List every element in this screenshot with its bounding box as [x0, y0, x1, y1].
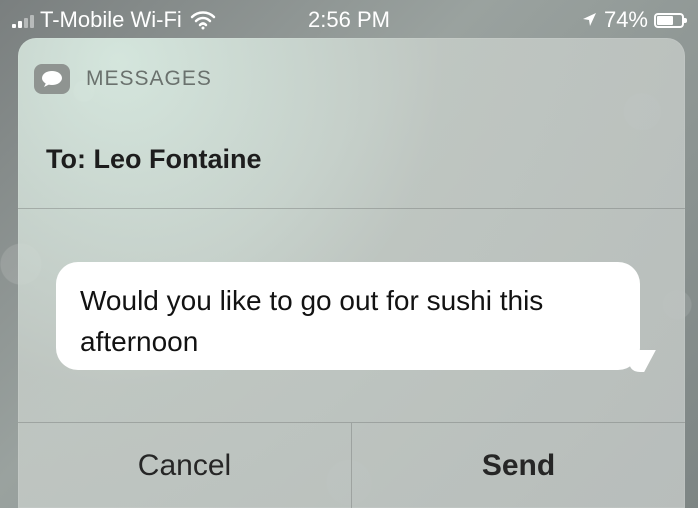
message-text: Would you like to go out for sushi this … — [80, 285, 544, 357]
battery-percentage: 74% — [603, 7, 648, 32]
bubble-tail — [622, 350, 656, 372]
action-bar: Cancel Send — [18, 423, 685, 508]
cancel-button[interactable]: Cancel — [18, 423, 351, 508]
app-name: MESSAGES — [86, 67, 212, 90]
messages-app-icon — [34, 64, 70, 94]
app-header: MESSAGES — [34, 64, 212, 94]
battery-icon — [654, 12, 687, 28]
speech-bubble-icon — [42, 71, 62, 87]
send-button[interactable]: Send — [352, 423, 685, 508]
status-bar: T-Mobile Wi-Fi 2:56 PM 74% — [0, 0, 698, 40]
location-arrow-icon — [582, 13, 596, 26]
message-compose-sheet: MESSAGES To: Leo Fontaine Would you like… — [18, 38, 685, 508]
right-status-group: 74% — [580, 7, 687, 33]
message-bubble[interactable]: Would you like to go out for sushi this … — [56, 262, 656, 372]
recipient-divider — [18, 208, 685, 209]
recipient-line: To: Leo Fontaine — [46, 144, 262, 174]
battery-level-fill — [657, 15, 674, 25]
